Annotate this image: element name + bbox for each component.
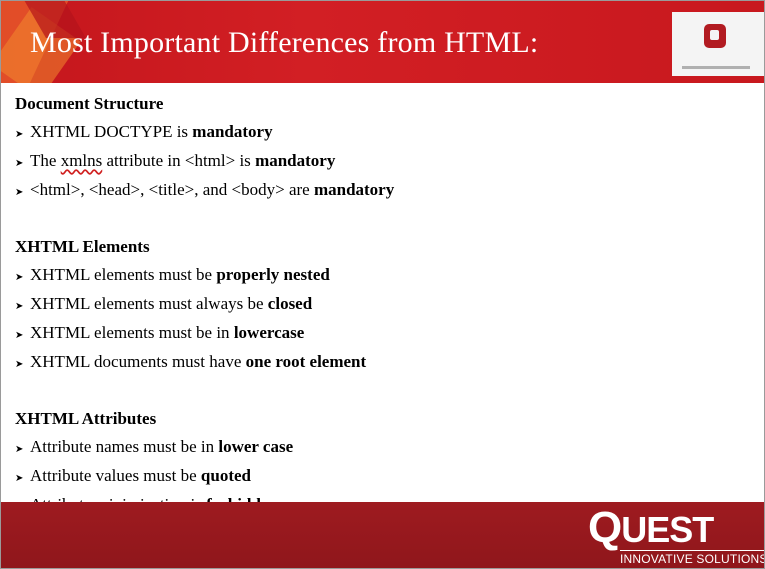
quest-tagline: INNOVATIVE SOLUTIONS bbox=[620, 550, 765, 566]
arrow-bullet-icon: ➤ bbox=[15, 330, 24, 341]
quest-wordmark: QUEST bbox=[588, 503, 714, 552]
section-heading: Document Structure bbox=[15, 94, 164, 113]
arrow-bullet-icon: ➤ bbox=[15, 359, 24, 370]
list-item: ➤ The xmlns attribute in <html> is manda… bbox=[15, 150, 755, 179]
list-item: ➤ XHTML DOCTYPE is mandatory bbox=[15, 121, 755, 150]
logo-icon bbox=[704, 24, 726, 48]
slide-title: Most Important Differences from HTML: bbox=[30, 26, 539, 59]
arrow-bullet-icon: ➤ bbox=[15, 158, 24, 169]
section-heading: XHTML Attributes bbox=[15, 409, 157, 428]
logo-tagline-bar bbox=[682, 66, 750, 69]
arrow-bullet-icon: ➤ bbox=[15, 444, 24, 455]
list-item: ➤ <html>, <head>, <title>, and <body> ar… bbox=[15, 179, 755, 208]
slide-header: Most Important Differences from HTML: bbox=[0, 0, 765, 83]
arrow-bullet-icon: ➤ bbox=[15, 187, 24, 198]
list-item: ➤ Attribute values must be quoted bbox=[15, 465, 755, 494]
quest-logo: QUEST INNOVATIVE SOLUTIONS bbox=[588, 503, 765, 566]
corner-logo bbox=[672, 12, 764, 76]
arrow-bullet-icon: ➤ bbox=[15, 473, 24, 484]
list-item: ➤ XHTML elements must always be closed bbox=[15, 293, 755, 322]
slide-content: Document Structure ➤ XHTML DOCTYPE is ma… bbox=[15, 93, 755, 523]
arrow-bullet-icon: ➤ bbox=[15, 129, 24, 140]
arrow-bullet-icon: ➤ bbox=[15, 301, 24, 312]
list-item: ➤ Attribute names must be in lower case bbox=[15, 436, 755, 465]
list-item: ➤ XHTML elements must be properly nested bbox=[15, 264, 755, 293]
section-heading: XHTML Elements bbox=[15, 237, 150, 256]
list-item: ➤ XHTML elements must be in lowercase bbox=[15, 322, 755, 351]
arrow-bullet-icon: ➤ bbox=[15, 272, 24, 283]
list-item: ➤ XHTML documents must have one root ele… bbox=[15, 351, 755, 380]
spellcheck-word: xmlns bbox=[60, 151, 103, 170]
